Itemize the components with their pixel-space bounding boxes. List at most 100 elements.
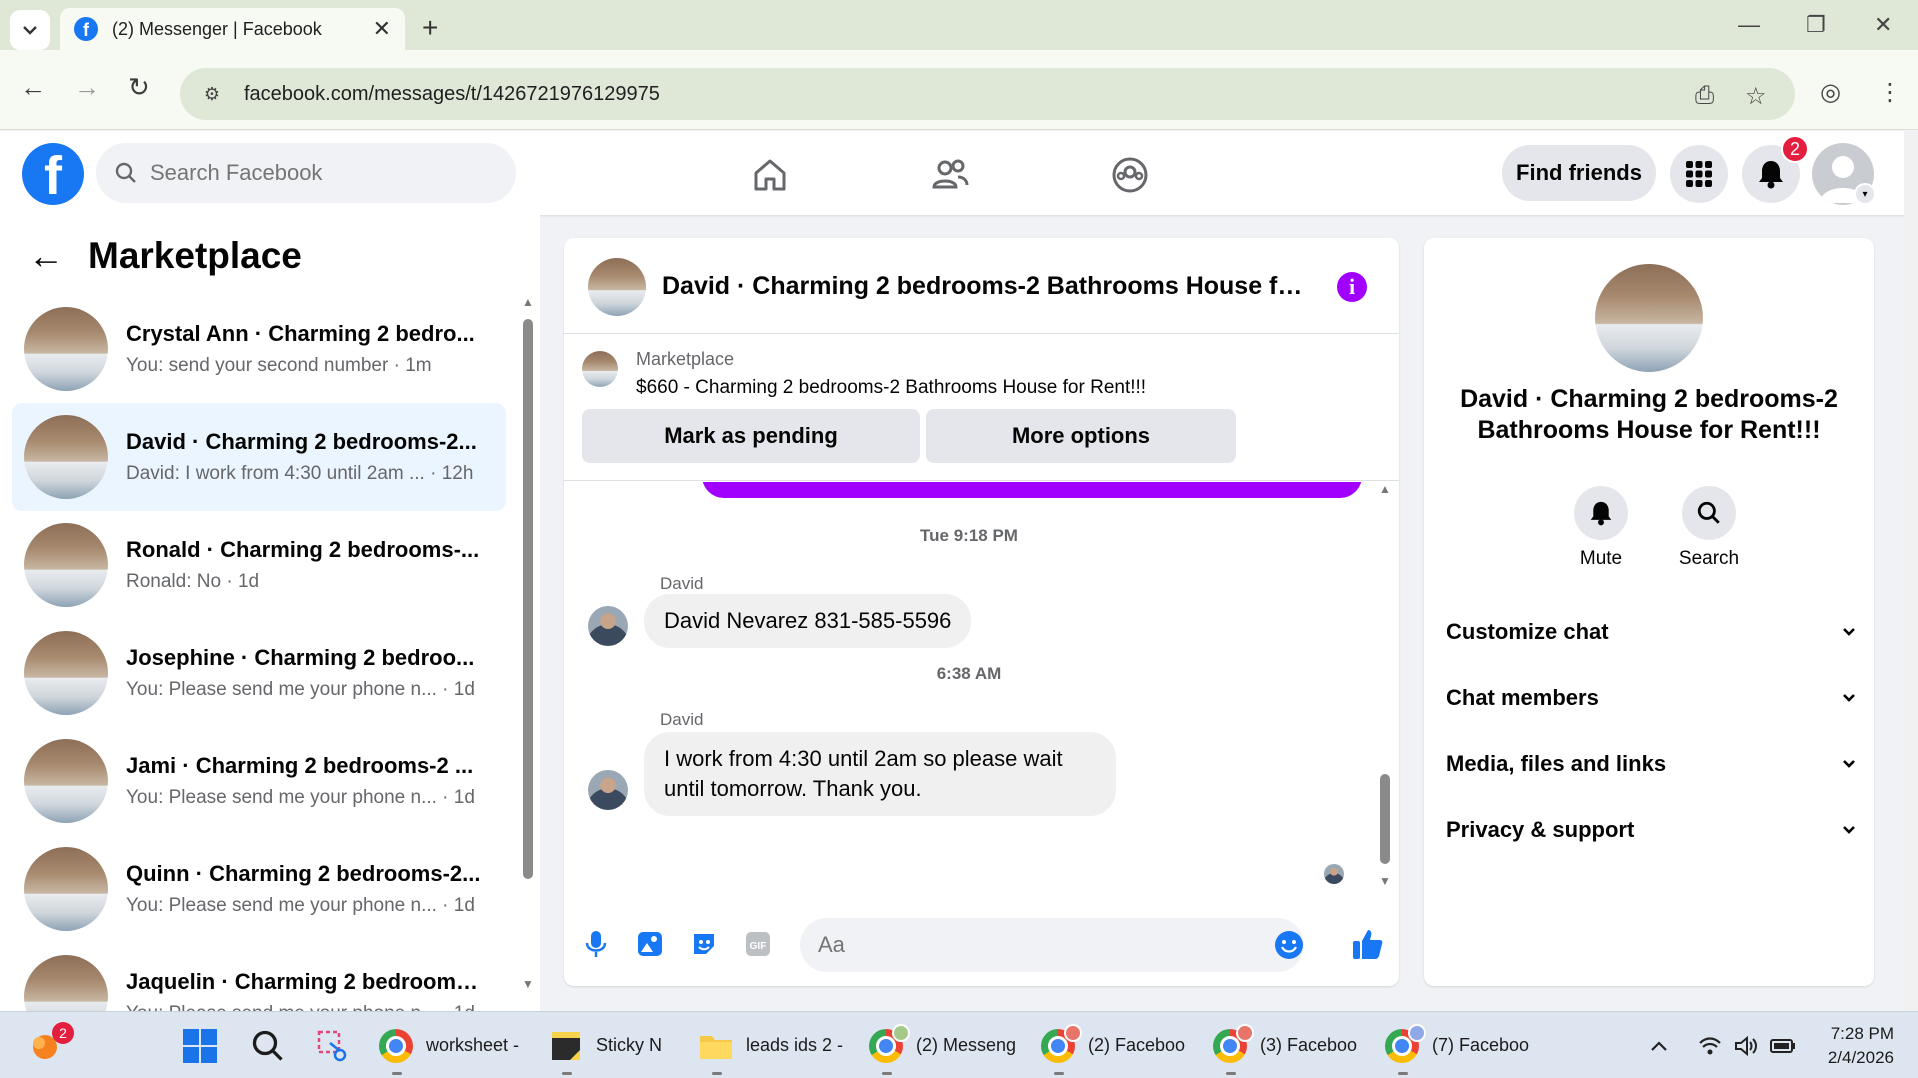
install-app-icon[interactable]: ⎙ [1695, 82, 1714, 110]
conversation-preview: Ronald: No · 1d [126, 571, 260, 592]
friends-icon[interactable] [926, 151, 974, 199]
chat-scrollbar[interactable]: ▲ ▼ [1377, 482, 1393, 890]
taskbar-app-button[interactable]: (3) Faceboo [1212, 1012, 1362, 1078]
received-message-bubble[interactable]: David Nevarez 831-585-5596 [644, 594, 972, 648]
browser-tab[interactable]: f (2) Messenger | Facebook ✕ [60, 8, 405, 50]
running-indicator [562, 1072, 572, 1075]
profile-icon[interactable]: ◎ [1820, 78, 1841, 107]
conversation-item[interactable]: Josephine · Charming 2 bedroo... You: Ple… [12, 619, 506, 727]
menu-dots-icon[interactable]: ⋮ [1878, 78, 1902, 107]
sticker-icon[interactable] [688, 928, 720, 960]
customize-chat-section[interactable]: Customize chat [1446, 612, 1856, 652]
battery-icon[interactable] [1770, 1012, 1796, 1078]
close-tab-icon[interactable]: ✕ [373, 16, 391, 42]
find-friends-button[interactable]: Find friends [1502, 145, 1656, 201]
mute-button[interactable]: Mute [1556, 486, 1646, 570]
info-icon[interactable]: i [1337, 272, 1367, 302]
photo-icon[interactable] [634, 928, 666, 960]
conversation-item[interactable]: Jami · Charming 2 bedrooms-2 ... You: Ple… [12, 727, 506, 835]
page-scrollbar[interactable] [1904, 131, 1918, 1011]
conversation-item[interactable]: David · Charming 2 bedrooms-2... David: I… [12, 403, 506, 511]
sender-avatar[interactable] [588, 606, 628, 646]
conversation-item[interactable]: Quinn · Charming 2 bedrooms-2... You: Ple… [12, 835, 506, 943]
weather-widget[interactable]: 2 [28, 1012, 74, 1078]
microphone-icon[interactable] [580, 928, 612, 960]
taskbar-app-label: (3) Faceboo [1260, 1035, 1358, 1055]
close-window-icon[interactable]: ✕ [1874, 12, 1892, 38]
media-files-links-section[interactable]: Media, files and links [1446, 744, 1856, 784]
info-avatar[interactable] [1595, 264, 1703, 372]
more-options-button[interactable]: More options [926, 409, 1236, 463]
message-input[interactable] [818, 932, 1218, 958]
tab-search-button[interactable] [10, 10, 50, 50]
chat-scroll-thumb[interactable] [1380, 774, 1390, 864]
forward-icon[interactable]: → [74, 72, 100, 103]
conversation-preview: David: I work from 4:30 until 2am ... · … [126, 463, 474, 484]
restore-icon[interactable]: ❐ [1806, 12, 1826, 38]
site-settings-icon[interactable]: ⚙ [198, 80, 226, 108]
listing-title[interactable]: $660 - Charming 2 bedrooms-2 Bathrooms H… [636, 377, 1146, 399]
chevron-down-icon [23, 26, 37, 35]
search-input[interactable] [150, 160, 490, 186]
scroll-down-icon[interactable]: ▼ [1379, 874, 1391, 888]
search-icon [252, 1030, 283, 1061]
wifi-icon[interactable] [1698, 1012, 1722, 1078]
facebook-logo-icon[interactable]: f [22, 143, 84, 205]
apps-menu-icon[interactable] [1670, 145, 1728, 203]
emoji-icon[interactable] [1274, 930, 1304, 965]
chat-avatar[interactable] [588, 258, 646, 316]
system-clock[interactable]: 7:28 PM 2/4/2026 [1808, 1022, 1894, 1070]
privacy-support-section[interactable]: Privacy & support [1446, 810, 1856, 850]
chrome-icon [1384, 1023, 1426, 1064]
start-button[interactable] [182, 1012, 218, 1078]
conversation-text: Crystal Ann · Charming 2 bedro... You: se… [126, 321, 486, 377]
running-indicator [882, 1072, 892, 1075]
search-in-chat-button[interactable]: Search [1664, 486, 1754, 570]
back-icon[interactable]: ← [20, 72, 46, 103]
taskbar-app-button[interactable]: worksheet - [378, 1012, 528, 1078]
taskbar-app-button[interactable]: (7) Faceboo [1384, 1012, 1534, 1078]
chat-title[interactable]: David · Charming 2 bedrooms-2 Bathrooms … [662, 272, 1312, 301]
snipping-tool-icon [317, 1030, 347, 1061]
chevron-down-icon [1843, 694, 1855, 702]
conversation-item[interactable]: Ronald · Charming 2 bedrooms-... Ronald: … [12, 511, 506, 619]
chat-members-section[interactable]: Chat members [1446, 678, 1856, 718]
listing-thumbnail[interactable] [582, 351, 618, 387]
conversation-item[interactable]: Jaquelin · Charming 2 bedrooms... You: Pl… [12, 943, 506, 1011]
taskbar-app-button[interactable]: leads ids 2 - [698, 1012, 848, 1078]
conversation-text: Quinn · Charming 2 bedrooms-2... You: Ple… [126, 861, 486, 917]
conversation-name: Ronald · Charming 2 bedrooms-... [126, 537, 480, 562]
conversation-item[interactable]: Crystal Ann · Charming 2 bedro... You: se… [12, 295, 506, 403]
groups-icon[interactable] [1106, 151, 1154, 199]
show-hidden-icons[interactable] [1650, 1012, 1668, 1078]
sender-avatar[interactable] [588, 770, 628, 810]
conversation-avatar [24, 415, 108, 499]
account-menu-chevron-icon[interactable]: ▾ [1854, 183, 1876, 205]
taskbar-search-button[interactable] [250, 1012, 286, 1078]
thumbs-up-icon[interactable] [1350, 926, 1386, 962]
scroll-up-icon[interactable]: ▲ [522, 295, 534, 309]
taskbar-app-button[interactable]: Sticky N [548, 1012, 678, 1078]
taskbar-app-button[interactable]: (2) Faceboo [1040, 1012, 1190, 1078]
address-bar[interactable]: ⚙ facebook.com/messages/t/14267219761299… [180, 68, 1795, 120]
minimize-icon[interactable]: — [1738, 12, 1760, 38]
scroll-down-icon[interactable]: ▼ [522, 977, 534, 991]
mark-as-pending-button[interactable]: Mark as pending [582, 409, 920, 463]
volume-icon[interactable] [1734, 1012, 1758, 1078]
scroll-up-icon[interactable]: ▲ [1379, 482, 1391, 496]
reload-icon[interactable]: ↻ [128, 72, 150, 103]
gif-icon[interactable]: GIF [742, 928, 774, 960]
sidebar-scrollbar[interactable]: ▲ ▼ [520, 295, 536, 995]
back-arrow-icon[interactable]: ← [28, 235, 64, 277]
message-sender: David [660, 574, 704, 593]
home-icon[interactable] [746, 151, 794, 199]
facebook-search[interactable] [96, 143, 516, 203]
snipping-tool-button[interactable] [316, 1012, 350, 1078]
bookmark-star-icon[interactable]: ☆ [1745, 82, 1767, 111]
message-input-box[interactable] [800, 918, 1304, 972]
taskbar-app-button[interactable]: (2) Messeng [868, 1012, 1018, 1078]
sidebar-title: Marketplace [88, 235, 302, 276]
received-message-bubble[interactable]: I work from 4:30 until 2am so please wai… [644, 732, 1116, 816]
new-tab-icon[interactable]: + [422, 12, 438, 44]
sidebar-scroll-thumb[interactable] [523, 319, 533, 879]
